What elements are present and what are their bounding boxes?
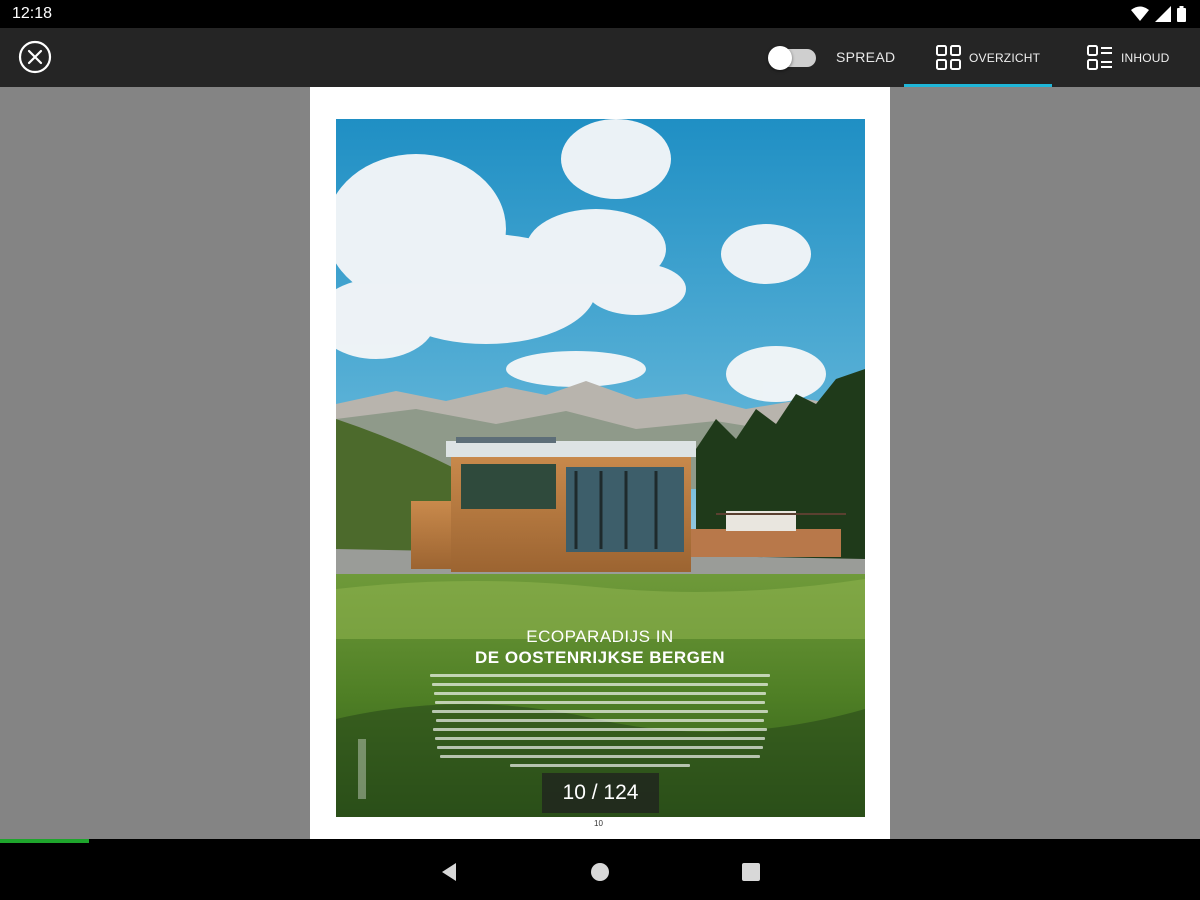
tab-contents-label: INHOUD (1121, 50, 1170, 65)
battery-icon (1177, 6, 1186, 22)
toggle-thumb (768, 46, 792, 70)
recents-icon[interactable] (740, 861, 762, 883)
magazine-page[interactable]: ECOPARADIJS IN DE OOSTENRIJKSE BERGEN 10… (310, 87, 890, 839)
text-line (437, 746, 763, 749)
text-line (433, 728, 767, 731)
page-viewer[interactable]: ECOPARADIJS IN DE OOSTENRIJKSE BERGEN 10… (0, 87, 1200, 839)
status-icons (1131, 6, 1186, 22)
page-folio: 10 (594, 819, 603, 828)
text-line (510, 764, 690, 767)
home-icon[interactable] (589, 861, 611, 883)
grid-icon (936, 45, 961, 70)
close-icon[interactable] (18, 40, 52, 74)
text-line (430, 674, 770, 677)
text-line (432, 710, 768, 713)
text-line (434, 692, 766, 695)
status-time: 12:18 (12, 5, 53, 22)
tab-contents[interactable]: INHOUD (1087, 28, 1197, 87)
article-block: ECOPARADIJS IN DE OOSTENRIJKSE BERGEN (430, 627, 770, 773)
article-body (430, 674, 770, 767)
list-icon (1087, 44, 1112, 70)
back-icon[interactable] (438, 861, 460, 883)
article-title: DE OOSTENRIJKSE BERGEN (475, 648, 725, 667)
tab-overview[interactable]: OVERZICHT (904, 28, 1052, 87)
text-line (432, 683, 768, 686)
system-nav-bar (0, 843, 1200, 900)
wifi-icon (1131, 6, 1149, 21)
text-line (435, 701, 765, 704)
spread-label: SPREAD (836, 49, 896, 65)
text-line (435, 737, 765, 740)
photo-credit (358, 739, 366, 799)
cell-signal-icon (1155, 6, 1171, 22)
text-line (436, 719, 764, 722)
page-counter: 10 / 124 (542, 773, 659, 813)
status-bar: 12:18 (0, 0, 1200, 28)
spread-toggle[interactable] (768, 46, 818, 70)
article-kicker: ECOPARADIJS IN (526, 627, 674, 646)
reader-toolbar: SPREAD OVERZICHT INHOUD (0, 28, 1200, 87)
tab-overview-label: OVERZICHT (969, 50, 1041, 65)
cover-photo: ECOPARADIJS IN DE OOSTENRIJKSE BERGEN 10… (336, 119, 865, 817)
text-line (440, 755, 760, 758)
